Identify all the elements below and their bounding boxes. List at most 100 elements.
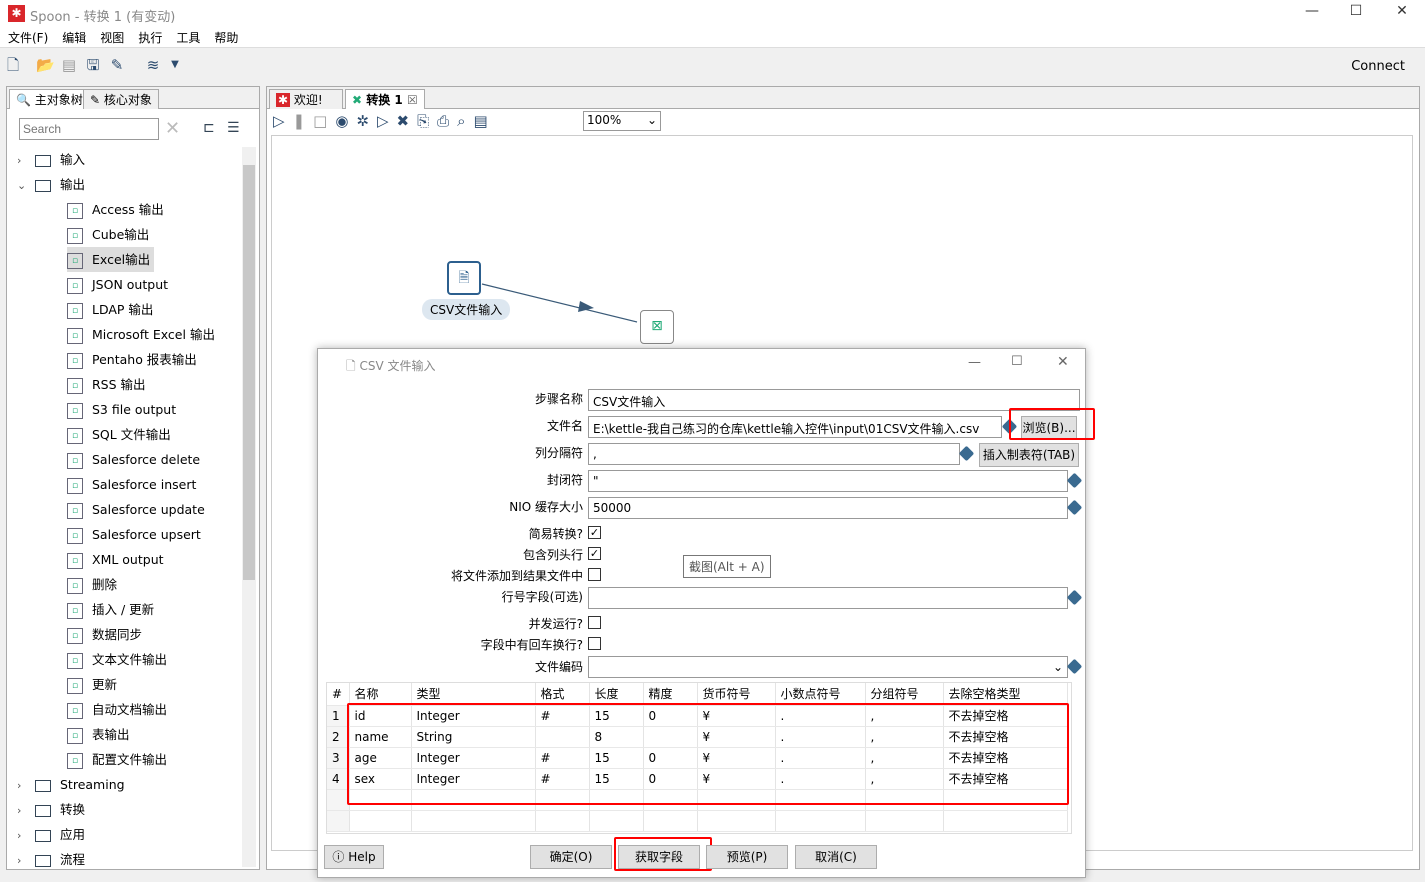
verify-icon[interactable]: ✖ [397, 112, 418, 130]
cancel-button[interactable]: 取消(C) [795, 845, 877, 869]
connect-button[interactable]: Connect [1351, 59, 1405, 74]
zoom-select[interactable]: 100% ⌄ [583, 111, 661, 131]
encoding-select[interactable]: ⌄ [588, 656, 1068, 678]
tree-folder[interactable]: › 转换 [17, 797, 85, 822]
chevron-right-icon[interactable]: › [17, 848, 35, 873]
row-number-input[interactable] [588, 587, 1068, 609]
tree-item[interactable]: ▫ S3 file output [67, 397, 180, 422]
collapse-tree-icon[interactable]: ⊏ [203, 120, 215, 136]
variable-icon[interactable] [958, 445, 975, 462]
variable-icon[interactable] [1066, 658, 1083, 675]
variable-icon[interactable] [1066, 472, 1083, 489]
column-header[interactable]: 格式 [535, 683, 590, 706]
open-file-icon[interactable]: 📂 [36, 56, 55, 74]
preview-button[interactable]: 预览(P) [706, 845, 788, 869]
table-cell[interactable] [865, 810, 944, 832]
menu-edit[interactable]: 编辑 [62, 28, 86, 48]
tree-item[interactable]: ▫ XML output [67, 547, 168, 572]
maximize-button[interactable]: ☐ [1336, 3, 1376, 25]
tree-item[interactable]: ▫ SQL 文件输出 [67, 422, 175, 447]
column-header[interactable]: 精度 [643, 683, 698, 706]
table-cell[interactable] [643, 810, 698, 832]
run-icon[interactable]: ▷ [273, 112, 293, 130]
menu-view[interactable]: 视图 [100, 28, 124, 48]
menu-tools[interactable]: 工具 [176, 28, 200, 48]
chevron-right-icon[interactable]: › [17, 773, 35, 798]
tree-item[interactable]: ▫ 更新 [67, 672, 121, 697]
variable-icon[interactable] [1066, 589, 1083, 606]
enclosure-input[interactable]: " [588, 470, 1068, 492]
table-cell[interactable] [697, 810, 776, 832]
table-cell[interactable]: 2 [327, 726, 350, 748]
table-cell[interactable]: 4 [327, 768, 350, 790]
save-as-icon[interactable]: ✎ [108, 56, 126, 74]
chevron-right-icon[interactable]: › [17, 148, 35, 173]
tree-item[interactable]: ▫ 数据同步 [67, 622, 146, 647]
dialog-minimize-button[interactable]: — [968, 355, 981, 370]
ok-button[interactable]: 确定(O) [530, 845, 612, 869]
tree-item[interactable]: ▫ Cube输出 [67, 222, 153, 247]
column-header[interactable]: 类型 [411, 683, 536, 706]
tree-folder[interactable]: › Streaming [17, 772, 125, 797]
insert-tab-button[interactable]: 插入制表符(TAB) [979, 443, 1079, 467]
table-cell[interactable]: 1 [327, 705, 350, 727]
minimize-button[interactable]: — [1292, 3, 1332, 25]
close-button[interactable]: ✕ [1382, 3, 1422, 25]
tree-item[interactable]: ▫ Excel输出 [67, 247, 155, 272]
filename-input[interactable]: E:\kettle-我自己练习的仓库\kettle输入控件\input\01CS… [588, 416, 1002, 438]
table-cell[interactable] [589, 810, 644, 832]
tree-item[interactable]: ▫ 插入 / 更新 [67, 597, 158, 622]
tree-folder[interactable]: › 应用 [17, 822, 85, 847]
stop-icon[interactable]: □ [313, 112, 335, 130]
column-header[interactable]: # [327, 683, 350, 706]
impact-icon[interactable]: ⎘ [417, 112, 437, 130]
tab-core-objects[interactable]: ✎ 核心对象 [83, 89, 159, 109]
tree-folder[interactable]: › 输入 [17, 147, 85, 172]
header-row-checkbox[interactable]: ✓ [588, 547, 601, 560]
add-filename-checkbox[interactable] [588, 568, 601, 581]
results-icon[interactable]: ▤ [474, 112, 496, 130]
tree-item[interactable]: ▫ Salesforce insert [67, 472, 200, 497]
step-name-input[interactable]: CSV文件输入 [588, 389, 1080, 411]
debug-icon[interactable]: ✲ [356, 112, 377, 130]
csv-input-step[interactable]: 🗎 [447, 261, 481, 295]
menu-run[interactable]: 执行 [138, 28, 162, 48]
preview-icon[interactable]: ◉ [335, 112, 356, 130]
tree-item[interactable]: ▫ Salesforce update [67, 497, 209, 522]
tab-welcome[interactable]: ✱ 欢迎! [269, 89, 343, 109]
table-cell[interactable] [535, 810, 590, 832]
save-icon[interactable]: 🖫 [84, 56, 102, 74]
explore-db-icon[interactable]: ⌕ [457, 112, 473, 130]
tree-scrollbar-thumb[interactable] [243, 165, 255, 580]
tree-item[interactable]: ▫ Pentaho 报表输出 [67, 347, 201, 372]
menu-help[interactable]: 帮助 [214, 28, 238, 48]
newline-checkbox[interactable] [588, 637, 601, 650]
table-cell[interactable] [327, 789, 350, 811]
tree-item[interactable]: ▫ Access 输出 [67, 197, 168, 222]
table-cell[interactable] [349, 810, 412, 832]
parallel-checkbox[interactable] [588, 616, 601, 629]
table-cell[interactable] [775, 810, 866, 832]
column-header[interactable]: 小数点符号 [775, 683, 866, 706]
chevron-right-icon[interactable]: › [17, 823, 35, 848]
dialog-maximize-button[interactable]: ☐ [1011, 354, 1023, 369]
close-tab-icon[interactable]: ☒ [407, 93, 418, 107]
tree-item[interactable]: ▫ 文本文件输出 [67, 647, 171, 672]
dialog-close-button[interactable]: ✕ [1057, 354, 1069, 370]
chevron-right-icon[interactable]: › [17, 798, 35, 823]
tree-item[interactable]: ▫ Microsoft Excel 输出 [67, 322, 219, 347]
sql-icon[interactable]: ⎙ [437, 112, 457, 130]
menu-file[interactable]: 文件(F) [8, 28, 48, 48]
new-file-icon[interactable]: 🗋 [4, 56, 22, 74]
excel-output-step[interactable]: ⊠ [640, 310, 674, 344]
tree-item[interactable]: ▫ RSS 输出 [67, 372, 150, 397]
tree-item[interactable]: ▫ 自动文档输出 [67, 697, 171, 722]
layers-icon[interactable]: ≋ [144, 56, 162, 74]
tab-transformation[interactable]: ✖ 转换 1 ☒ [345, 89, 425, 109]
column-header[interactable]: 去除空格类型 [943, 683, 1068, 706]
tree-item[interactable]: ▫ 表输出 [67, 722, 134, 747]
column-header[interactable]: 名称 [349, 683, 412, 706]
replay-icon[interactable]: ▷ [377, 112, 397, 130]
chevron-down-icon[interactable]: ▼ [166, 56, 184, 74]
lazy-conversion-checkbox[interactable]: ✓ [588, 526, 601, 539]
